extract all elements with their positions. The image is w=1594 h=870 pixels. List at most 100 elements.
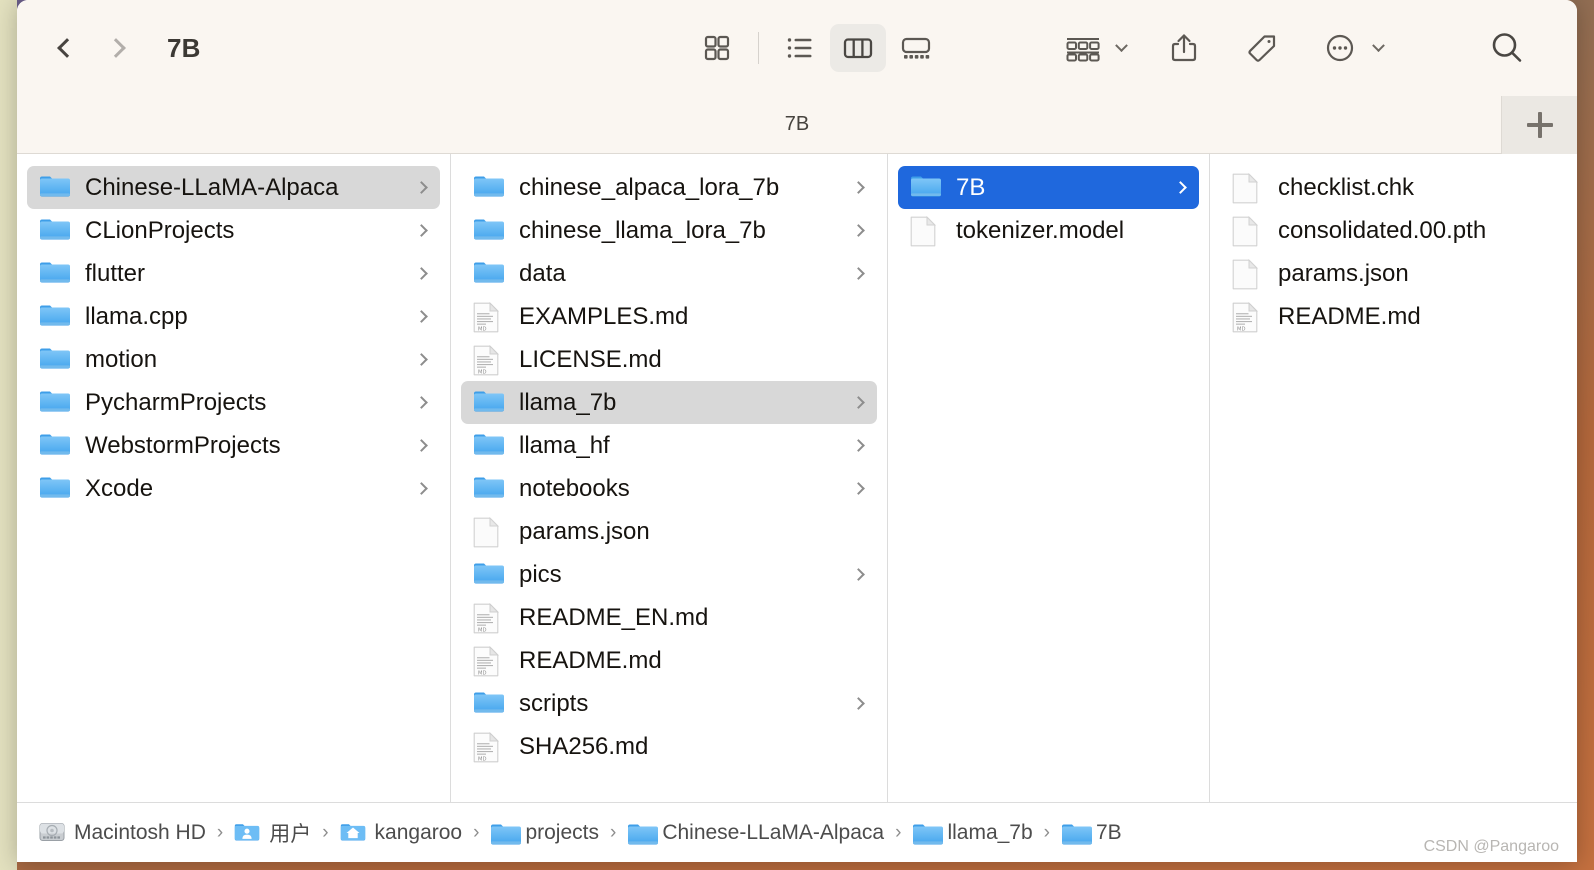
disclosure-chevron-icon (415, 353, 428, 366)
list-item[interactable]: Xcode (27, 467, 440, 510)
markdown-file-icon: MD (473, 602, 505, 633)
group-icon (1066, 38, 1100, 62)
list-item[interactable]: MD SHA256.md (461, 725, 877, 768)
disclosure-chevron-icon (415, 224, 428, 237)
search-button[interactable] (1479, 24, 1535, 72)
folder-icon (39, 431, 71, 461)
folder-icon (39, 302, 71, 332)
home-folder-icon (340, 823, 365, 841)
list-item[interactable]: Chinese-LLaMA-Alpaca (27, 166, 440, 209)
folder-icon (40, 434, 70, 454)
list-item[interactable]: WebstormProjects (27, 424, 440, 467)
plus-icon-vertical (1537, 112, 1542, 138)
list-item[interactable]: MD EXAMPLES.md (461, 295, 877, 338)
list-item[interactable]: params.json (1220, 252, 1566, 295)
column-view-button[interactable] (830, 24, 886, 72)
list-item[interactable]: checklist.chk (1220, 166, 1566, 209)
folder-icon (39, 173, 71, 203)
list-item[interactable]: tokenizer.model (898, 209, 1199, 252)
folder-icon (1062, 824, 1092, 844)
folder-icon (473, 474, 505, 504)
folder-icon (40, 262, 70, 282)
list-item[interactable]: llama.cpp (27, 295, 440, 338)
list-item[interactable]: CLionProjects (27, 209, 440, 252)
markdown-file-icon: MD (473, 645, 499, 676)
watermark: CSDN @Pangaroo (1423, 838, 1559, 855)
list-item-label: params.json (1278, 259, 1409, 287)
blank-file-icon (910, 215, 942, 246)
icon-view-button[interactable] (689, 24, 745, 72)
list-item[interactable]: llama_7b (461, 381, 877, 424)
list-item[interactable]: MD README_EN.md (461, 596, 877, 639)
tags-button[interactable] (1234, 24, 1290, 72)
folder-icon (40, 477, 70, 497)
chevron-down-icon[interactable] (1115, 38, 1128, 52)
list-view-button[interactable] (772, 24, 828, 72)
breadcrumb-item[interactable]: Chinese-LLaMA-Alpaca (627, 821, 884, 845)
folder-icon (473, 259, 505, 289)
disclosure-chevron-icon (852, 482, 865, 495)
breadcrumb-item[interactable]: llama_7b (912, 820, 1033, 845)
new-tab-button[interactable] (1501, 96, 1577, 154)
folder-icon (910, 173, 942, 203)
list-item[interactable]: consolidated.00.pth (1220, 209, 1566, 252)
list-item[interactable]: MD README.md (461, 639, 877, 682)
folder-icon (913, 824, 944, 844)
harddisk-icon (39, 821, 65, 845)
list-item[interactable]: MD LICENSE.md (461, 338, 877, 381)
list-item[interactable]: pics (461, 553, 877, 596)
list-item-label: README_EN.md (519, 603, 709, 631)
list-item-label: flutter (85, 259, 146, 287)
folder-icon (40, 219, 70, 239)
list-item[interactable]: params.json (461, 510, 877, 553)
breadcrumb-label: kangaroo (374, 820, 463, 844)
folder-icon (474, 391, 504, 411)
back-button[interactable] (51, 31, 77, 65)
list-item-label: llama_hf (519, 431, 610, 459)
svg-text:MD: MD (478, 627, 486, 633)
group-by-button[interactable] (1055, 24, 1111, 72)
forward-button[interactable] (105, 31, 131, 65)
list-item[interactable]: MD README.md (1220, 295, 1566, 338)
breadcrumb-item[interactable]: kangaroo (340, 820, 463, 845)
breadcrumb-item[interactable]: projects (490, 821, 599, 845)
list-item[interactable]: chinese_alpaca_lora_7b (461, 166, 877, 209)
list-item[interactable]: chinese_llama_lora_7b (461, 209, 877, 252)
breadcrumb-item[interactable]: Macintosh HD (39, 821, 206, 845)
list-item[interactable]: notebooks (461, 467, 877, 510)
list-item[interactable]: motion (27, 338, 440, 381)
grid-icon (704, 35, 730, 61)
folder-icon (473, 388, 505, 418)
list-item-label: README.md (1278, 302, 1421, 330)
disclosure-chevron-icon (415, 310, 428, 323)
list-item-label: LICENSE.md (519, 345, 662, 373)
finder-window: 7B 7B Chinese-LLaMA-Alpaca CLionProjects… (17, 0, 1577, 862)
markdown-file-icon: MD (473, 602, 499, 633)
list-item-label: tokenizer.model (956, 216, 1125, 244)
breadcrumb-item[interactable]: 用户 (234, 818, 311, 848)
gallery-view-button[interactable] (888, 24, 944, 72)
list-item[interactable]: scripts (461, 682, 877, 725)
list-item[interactable]: data (461, 252, 877, 295)
list-item[interactable]: llama_hf (461, 424, 877, 467)
list-item[interactable]: flutter (27, 252, 440, 295)
tab-active[interactable]: 7B (785, 113, 809, 136)
list-item-label: scripts (519, 689, 589, 717)
breadcrumb-label: llama_7b (947, 820, 1033, 844)
svg-text:MD: MD (1237, 326, 1245, 332)
list-item-label: motion (85, 345, 158, 373)
more-options-button[interactable] (1312, 24, 1368, 72)
folder-icon (627, 821, 659, 845)
folder-icon (491, 824, 522, 844)
blank-file-icon (1232, 172, 1258, 203)
share-button[interactable] (1156, 24, 1212, 72)
list-item[interactable]: 7B (898, 166, 1199, 209)
page-title: 7B (167, 32, 201, 63)
browser-column-3: 7B tokenizer.model (888, 154, 1210, 802)
more-chevron-down-icon[interactable] (1372, 38, 1385, 52)
markdown-file-icon: MD (1232, 301, 1264, 332)
users-folder-icon (234, 821, 260, 845)
svg-text:MD: MD (478, 369, 486, 375)
list-item[interactable]: PycharmProjects (27, 381, 440, 424)
breadcrumb-item[interactable]: 7B (1061, 821, 1122, 845)
